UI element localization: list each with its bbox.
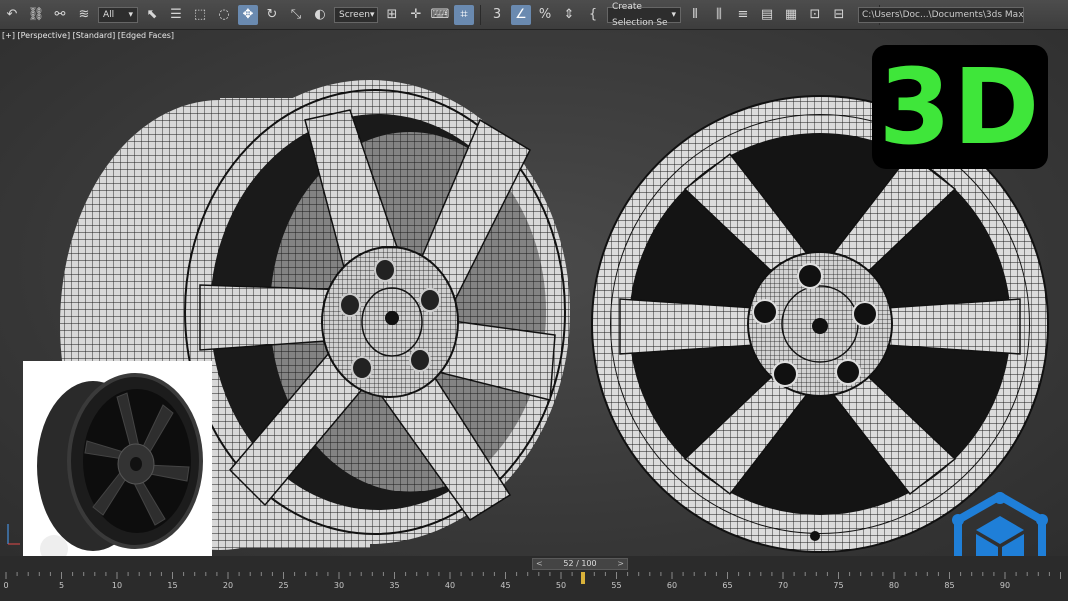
time-slider[interactable]: < 52 / 100 > (532, 558, 628, 570)
ruler-tick-label: 75 (833, 581, 843, 590)
named-selection-sets-dropdown[interactable]: Create Selection Se ▾ (607, 2, 681, 28)
reference-coord-value: Screen (339, 9, 370, 20)
snap-icon[interactable]: ⌗ (454, 4, 474, 25)
real-wheel-image (23, 361, 212, 580)
rect-select-icon[interactable]: ⬚ (190, 5, 210, 25)
ruler-tick-label: 40 (445, 581, 455, 590)
spinner-snap-icon[interactable]: ⇕ (559, 5, 579, 25)
ruler-tick-label: 15 (167, 581, 177, 590)
link-icon[interactable]: ⛓ (26, 5, 46, 25)
scale-icon[interactable]: ⤡ (286, 5, 306, 25)
time-slider-left-arrow[interactable]: < (536, 559, 543, 569)
keyboard-shortcut-icon[interactable]: ⌨ (430, 5, 450, 25)
ruler-tick-label: 5 (59, 581, 64, 590)
ruler-tick-label: 85 (944, 581, 954, 590)
axis-tripod-icon (7, 524, 20, 545)
toolbar-divider (480, 4, 481, 25)
unlink-icon[interactable]: ⚯ (50, 5, 70, 25)
ruler-tick-label: 60 (667, 581, 677, 590)
mirror-icon[interactable]: ⫴ (685, 5, 705, 25)
ruler-tick-label: 90 (1000, 581, 1010, 590)
reference-photo (23, 361, 212, 580)
layer-icon[interactable]: ≡ (733, 5, 753, 25)
select-by-name-icon[interactable]: ☰ (166, 5, 186, 25)
ruler-tick-label: 25 (278, 581, 288, 590)
time-slider-label: 52 / 100 (563, 559, 597, 568)
ruler-tick-label: 35 (389, 581, 399, 590)
rotate-icon[interactable]: ↻ (262, 5, 282, 25)
ruler-tick-label: 20 (223, 581, 233, 590)
pivot-icon[interactable]: ⊞ (382, 5, 402, 25)
ruler-tick-label: 65 (722, 581, 732, 590)
selection-filter-dropdown[interactable]: All ▾ (98, 6, 138, 23)
cube-logo-icon (952, 492, 1048, 556)
reference-coord-dropdown[interactable]: Screen ▾ (334, 6, 378, 23)
align-icon[interactable]: ⫼ (709, 5, 729, 25)
window-crossing-icon[interactable]: ◌ (214, 5, 234, 25)
percent-snap-icon[interactable]: % (535, 5, 555, 25)
current-frame-marker[interactable] (581, 572, 586, 584)
select-icon[interactable]: ⬉ (142, 5, 162, 25)
bind-icon[interactable]: ≋ (74, 5, 94, 25)
ruler-tick-label: 0 (3, 581, 8, 590)
ruler-tick-label: 45 (500, 581, 510, 590)
time-slider-right-arrow[interactable]: > (617, 559, 624, 569)
timeline-panel: < 52 / 100 > 0 5 10 15 20 25 30 35 40 45 50 55 60 65 7… (0, 556, 1068, 601)
named-sets-icon[interactable]: { (583, 5, 603, 25)
3d-badge-text: 3D (878, 46, 1042, 168)
select-manipulate-icon[interactable]: ✛ (406, 5, 426, 25)
project-path-field[interactable]: C:\Users\Doc...\Documents\3ds Max 2021 (858, 7, 1024, 23)
angle-snap-icon[interactable]: 3 (487, 5, 507, 25)
ruler-tick-label: 80 (889, 581, 899, 590)
toggle-scene-explorer-icon[interactable]: ▤ (757, 5, 777, 25)
place-icon[interactable]: ◐ (310, 5, 330, 25)
schematic-icon[interactable]: ⊟ (829, 5, 849, 25)
curve-editor-icon[interactable]: ⊡ (805, 5, 825, 25)
ruler-tick-label: 70 (778, 581, 788, 590)
ruler-tick-label: 10 (112, 581, 122, 590)
ruler-tick-label: 30 (334, 581, 344, 590)
selection-filter-value: All (103, 9, 115, 20)
ruler-tick-label: 55 (611, 581, 621, 590)
named-selection-sets-value: Create Selection Se (612, 1, 668, 28)
3d-badge: 3D (872, 45, 1048, 169)
ruler-tick-label: 50 (556, 581, 566, 590)
undo-icon[interactable]: ↶ (2, 5, 22, 25)
angle-snap-toggle-icon[interactable]: ∠ (511, 4, 531, 25)
viewport-label[interactable]: [+] [Perspective] [Standard] [Edged Face… (2, 31, 174, 40)
move-icon[interactable]: ✥ (238, 4, 258, 25)
frame-ruler[interactable]: 0 5 10 15 20 25 30 35 40 45 50 55 60 65 70 75 80 85 90 (0, 572, 1068, 592)
ribbon-icon[interactable]: ▦ (781, 5, 801, 25)
